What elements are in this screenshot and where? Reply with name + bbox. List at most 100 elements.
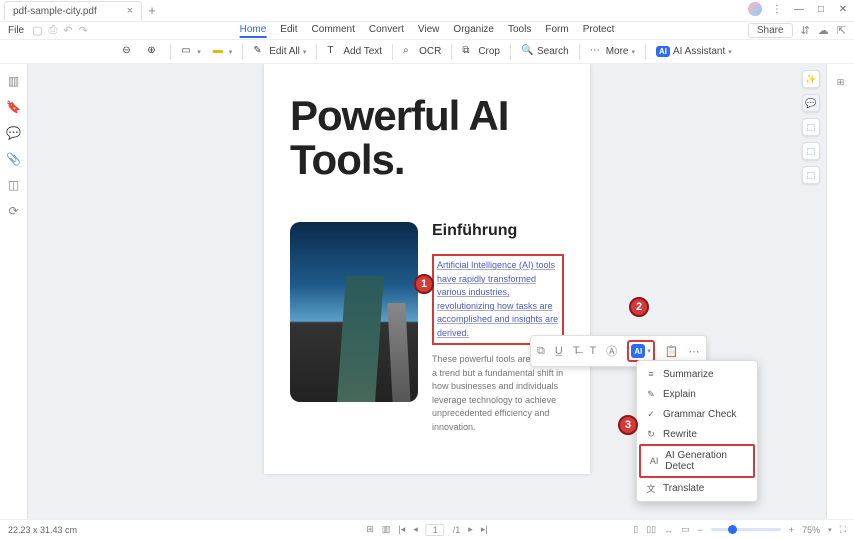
comments-icon[interactable]: 💬: [6, 126, 21, 140]
strikethrough-icon[interactable]: T̶: [573, 345, 580, 357]
summarize-icon: ≡: [645, 368, 657, 380]
quick-actions: ▢ ⎙ ↶ ↷: [32, 24, 88, 37]
print-icon[interactable]: ⎙: [49, 24, 58, 37]
edit-all-tool[interactable]: ✎Edit All▾: [248, 43, 311, 60]
tab-protect[interactable]: Protect: [583, 24, 615, 38]
read-mode-icon[interactable]: ▭: [681, 524, 690, 535]
ai-chat-icon[interactable]: 💬: [802, 94, 820, 112]
translate-menu-icon: 文: [645, 482, 657, 494]
sync-icon[interactable]: ⇵: [801, 24, 810, 37]
export-icon[interactable]: ⇱: [837, 24, 846, 37]
layers-icon[interactable]: ◫: [8, 178, 19, 192]
floating-ai-rail: ✨ 💬 ⬚ ⬚ ⬚: [802, 70, 820, 184]
separator: [170, 44, 171, 60]
search-tool[interactable]: 🔍Search: [516, 43, 574, 60]
menu-item-translate[interactable]: 文Translate: [637, 478, 757, 498]
selected-text-block[interactable]: Artificial Intelligence (AI) tools have …: [432, 254, 564, 345]
tab-organize[interactable]: Organize: [453, 24, 494, 38]
menu-item-summarize[interactable]: ≡Summarize: [637, 364, 757, 384]
file-menu[interactable]: File: [8, 25, 24, 36]
zoom-in-status-icon[interactable]: +: [789, 525, 794, 535]
separator: [392, 44, 393, 60]
single-page-icon[interactable]: ▯: [633, 524, 638, 535]
two-page-icon[interactable]: ▯▯: [646, 524, 656, 535]
window-controls: ⋮ — □ ✕: [748, 2, 850, 16]
menu-item-rewrite[interactable]: ↻Rewrite: [637, 424, 757, 444]
first-page-icon[interactable]: |◂: [398, 524, 405, 535]
next-page-icon[interactable]: ▸: [468, 524, 473, 535]
section-subhead: Einführung: [432, 222, 564, 240]
last-page-icon[interactable]: ▸|: [481, 524, 488, 535]
page-dimensions: 22.23 x 31.43 cm: [8, 525, 77, 535]
ai-panel-icon[interactable]: ✨: [802, 70, 820, 88]
prev-page-icon[interactable]: ◂: [413, 524, 418, 535]
ai-tool-icon-3[interactable]: ⬚: [802, 166, 820, 184]
menu-item-ai-detect[interactable]: AIAI Generation Detect: [639, 444, 755, 478]
zoom-out-button[interactable]: ⊖: [117, 43, 140, 60]
zoom-level: 75%: [802, 525, 820, 535]
menu-item-grammar[interactable]: ✓Grammar Check: [637, 404, 757, 424]
save-icon[interactable]: ▢: [32, 24, 42, 37]
search-panel-icon[interactable]: ⟳: [8, 204, 18, 218]
page-number-input[interactable]: 1: [426, 524, 445, 536]
highlight-icon[interactable]: T: [590, 345, 597, 357]
tab-form[interactable]: Form: [545, 24, 568, 38]
tab-title: pdf-sample-city.pdf: [13, 6, 97, 17]
callout-badge-2: 2: [629, 297, 649, 317]
tab-convert[interactable]: Convert: [369, 24, 404, 38]
view-mode-icon[interactable]: ⊞: [366, 524, 374, 535]
ai-dropdown-trigger[interactable]: AI▾: [627, 340, 655, 362]
more-actions-icon[interactable]: ⋯: [689, 345, 700, 358]
app-menu-icon[interactable]: ⋮: [770, 4, 784, 15]
document-tab[interactable]: pdf-sample-city.pdf ×: [4, 1, 142, 20]
tab-comment[interactable]: Comment: [312, 24, 355, 38]
left-sidebar: ▥ 🔖 💬 📎 ◫ ⟳: [0, 64, 28, 519]
redo-icon[interactable]: ↷: [79, 24, 88, 37]
fit-width-icon[interactable]: ↔: [664, 525, 673, 535]
page-headline: Powerful AI Tools.: [290, 94, 564, 182]
callout-badge-1: 1: [414, 274, 434, 294]
tab-view[interactable]: View: [418, 24, 440, 38]
fullscreen-icon[interactable]: ⛶: [840, 524, 846, 535]
title-bar: pdf-sample-city.pdf × + ⋮ — □ ✕: [0, 0, 854, 22]
translate-icon[interactable]: Ⓐ: [606, 343, 617, 359]
separator: [451, 44, 452, 60]
copy-icon[interactable]: ⧉: [537, 345, 545, 358]
tab-home[interactable]: Home: [240, 24, 267, 38]
ribbon-tabs: Home Edit Comment Convert View Organize …: [240, 24, 615, 38]
menu-item-explain[interactable]: ✎Explain: [637, 384, 757, 404]
bookmarks-icon[interactable]: 🔖: [6, 100, 21, 114]
new-tab-button[interactable]: +: [148, 3, 156, 18]
clipboard-icon[interactable]: 📋: [665, 345, 679, 358]
add-text-tool[interactable]: TAdd Text: [322, 43, 387, 60]
thumbnails-icon[interactable]: ▥: [8, 74, 19, 88]
tab-edit[interactable]: Edit: [280, 24, 297, 38]
zoom-in-button[interactable]: ⊕: [142, 43, 165, 60]
tab-tools[interactable]: Tools: [508, 24, 531, 38]
cloud-icon[interactable]: ☁: [818, 24, 829, 37]
more-tool[interactable]: ⋯More▾: [585, 43, 640, 60]
minimize-button[interactable]: —: [792, 4, 806, 15]
maximize-button[interactable]: □: [814, 4, 828, 15]
home-toolbar: ⊖ ⊕ ▭▾ ▬▾ ✎Edit All▾ TAdd Text ⌕OCR ⧉Cro…: [0, 40, 854, 64]
underline-icon[interactable]: U̲: [555, 345, 563, 357]
ai-tool-icon-2[interactable]: ⬚: [802, 142, 820, 160]
separator: [579, 44, 580, 60]
ocr-tool[interactable]: ⌕OCR: [398, 43, 446, 60]
crop-tool[interactable]: ⧉Crop: [457, 43, 505, 60]
attachments-icon[interactable]: 📎: [6, 152, 21, 166]
close-tab-icon[interactable]: ×: [127, 5, 133, 17]
separator: [242, 44, 243, 60]
shape-tool[interactable]: ▭▾: [176, 43, 206, 60]
zoom-slider[interactable]: [711, 528, 781, 531]
zoom-out-status-icon[interactable]: −: [698, 525, 703, 535]
highlight-color-tool[interactable]: ▬▾: [208, 43, 238, 60]
share-button[interactable]: Share: [748, 23, 793, 38]
undo-icon[interactable]: ↶: [63, 24, 72, 37]
properties-icon[interactable]: ⊞: [833, 74, 849, 90]
close-window-button[interactable]: ✕: [836, 4, 850, 15]
page-layout-icon[interactable]: ▥: [382, 524, 391, 535]
ai-assistant-tool[interactable]: AIAI Assistant▾: [651, 44, 737, 59]
zoom-dropdown-icon[interactable]: ▾: [828, 526, 832, 534]
ai-tool-icon-1[interactable]: ⬚: [802, 118, 820, 136]
